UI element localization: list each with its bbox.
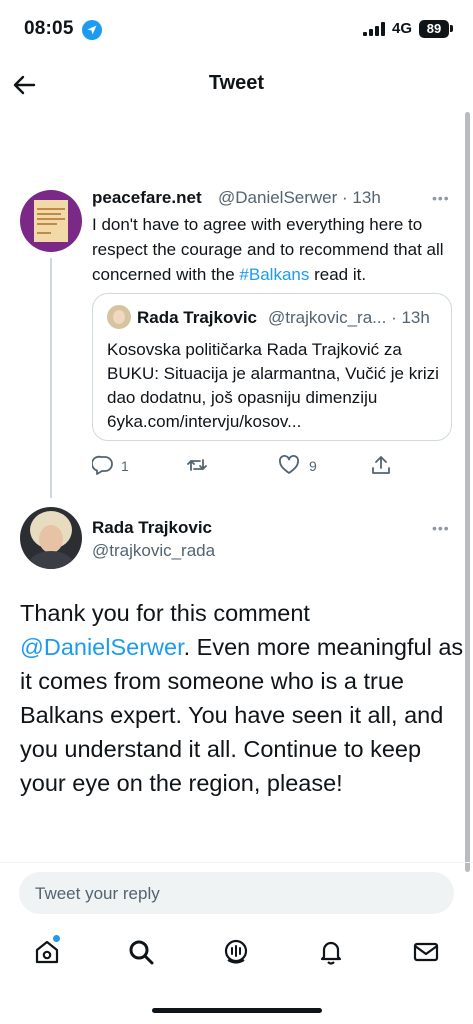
page-title: Tweet (208, 72, 265, 94)
avatar[interactable] (20, 507, 82, 569)
quoted-tweet-text: Kosovska političarka Rada Trajković za B… (107, 340, 439, 431)
home-icon[interactable] (33, 938, 61, 966)
scrollbar[interactable] (465, 112, 470, 872)
location-arrow-icon (82, 20, 102, 40)
avatar[interactable] (20, 190, 82, 252)
author-handle[interactable]: @DanielSerwer · 13h (218, 188, 381, 208)
reply-author-name[interactable]: Rada Trajkovic (92, 518, 212, 538)
tweet-text: I don't have to agree with everything he… (92, 212, 452, 287)
search-icon[interactable] (127, 938, 155, 966)
signal-icon (363, 22, 385, 36)
reply-author-handle[interactable]: @trajkovic_rada (92, 541, 215, 561)
battery-level: 89 (419, 20, 449, 38)
reply-tweet-text: Thank you for this comment @DanielSerwer… (20, 596, 465, 800)
hashtag-link[interactable]: #Balkans (239, 265, 309, 284)
mention-link[interactable]: @DanielSerwer (20, 634, 184, 660)
retweet-icon[interactable] (186, 454, 208, 476)
more-options-icon[interactable]: ••• (432, 520, 450, 536)
quoted-author-name: Rada Trajkovic (137, 308, 258, 327)
messages-envelope-icon[interactable] (412, 938, 440, 966)
back-arrow-icon[interactable] (12, 72, 38, 98)
reply-box[interactable] (19, 872, 454, 916)
notifications-bell-icon[interactable] (317, 938, 345, 966)
like-count: 9 (309, 458, 317, 474)
thread-line (50, 258, 52, 498)
spaces-icon[interactable] (222, 938, 250, 966)
home-indicator (152, 1008, 322, 1013)
reply-icon[interactable] (92, 454, 114, 476)
author-name[interactable]: peacefare.net (92, 188, 202, 208)
divider (0, 862, 473, 863)
heart-icon[interactable] (278, 454, 300, 476)
quoted-avatar (107, 305, 131, 329)
status-time: 08:05 (24, 18, 74, 39)
quoted-author-handle: @trajkovic_ra... · 13h (268, 308, 430, 327)
reply-count: 1 (121, 458, 129, 474)
tweet-text-part: read it. (309, 265, 367, 284)
reply-text-part: Thank you for this comment (20, 600, 310, 626)
reply-input[interactable] (33, 872, 437, 916)
notification-dot (53, 935, 60, 942)
share-icon[interactable] (370, 454, 392, 476)
network-type: 4G (392, 20, 413, 37)
battery-tip (450, 25, 453, 32)
more-options-icon[interactable]: ••• (432, 190, 450, 206)
